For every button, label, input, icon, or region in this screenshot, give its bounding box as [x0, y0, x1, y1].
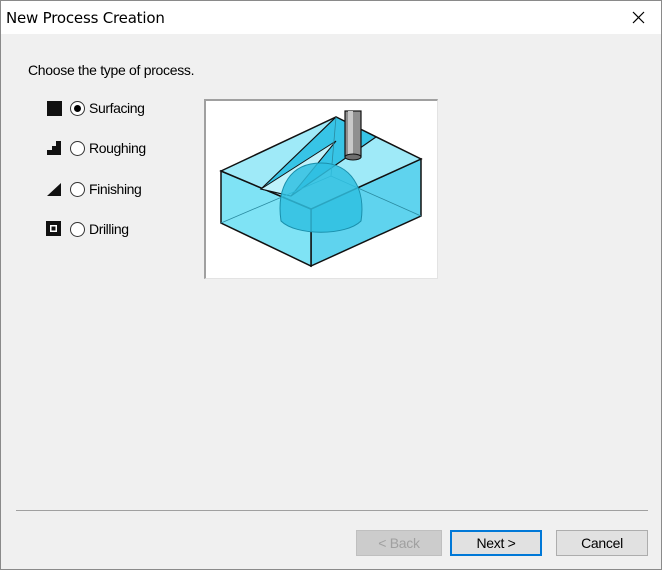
radio-drilling[interactable]	[70, 221, 85, 237]
steps-icon	[46, 140, 62, 156]
option-drilling[interactable]: Drilling	[46, 219, 129, 239]
window-title: New Process Creation	[6, 9, 165, 27]
hole-icon	[46, 221, 62, 237]
option-label: Surfacing	[89, 100, 145, 116]
prompt-label: Choose the type of process.	[28, 62, 195, 78]
option-label: Drilling	[89, 221, 129, 237]
process-preview	[204, 99, 438, 279]
close-button[interactable]	[615, 1, 661, 34]
option-surfacing[interactable]: Surfacing	[46, 98, 145, 118]
square-icon	[46, 100, 62, 116]
radio-roughing[interactable]	[70, 140, 85, 156]
surfacing-illustration	[219, 110, 423, 268]
new-process-creation-dialog: New Process Creation Choose the type of …	[0, 0, 662, 570]
option-label: Roughing	[89, 140, 146, 156]
next-button[interactable]: Next >	[450, 530, 542, 556]
radio-surfacing[interactable]	[70, 100, 85, 116]
radio-selected-dot	[74, 104, 81, 112]
title-bar: New Process Creation	[1, 1, 661, 34]
separator	[16, 510, 648, 511]
option-label: Finishing	[89, 181, 142, 197]
slope-icon	[46, 181, 62, 197]
back-button[interactable]: < Back	[356, 530, 442, 556]
close-icon	[632, 11, 644, 24]
cancel-button[interactable]: Cancel	[556, 530, 648, 556]
option-finishing[interactable]: Finishing	[46, 179, 142, 199]
option-roughing[interactable]: Roughing	[46, 138, 146, 158]
radio-finishing[interactable]	[70, 181, 85, 197]
